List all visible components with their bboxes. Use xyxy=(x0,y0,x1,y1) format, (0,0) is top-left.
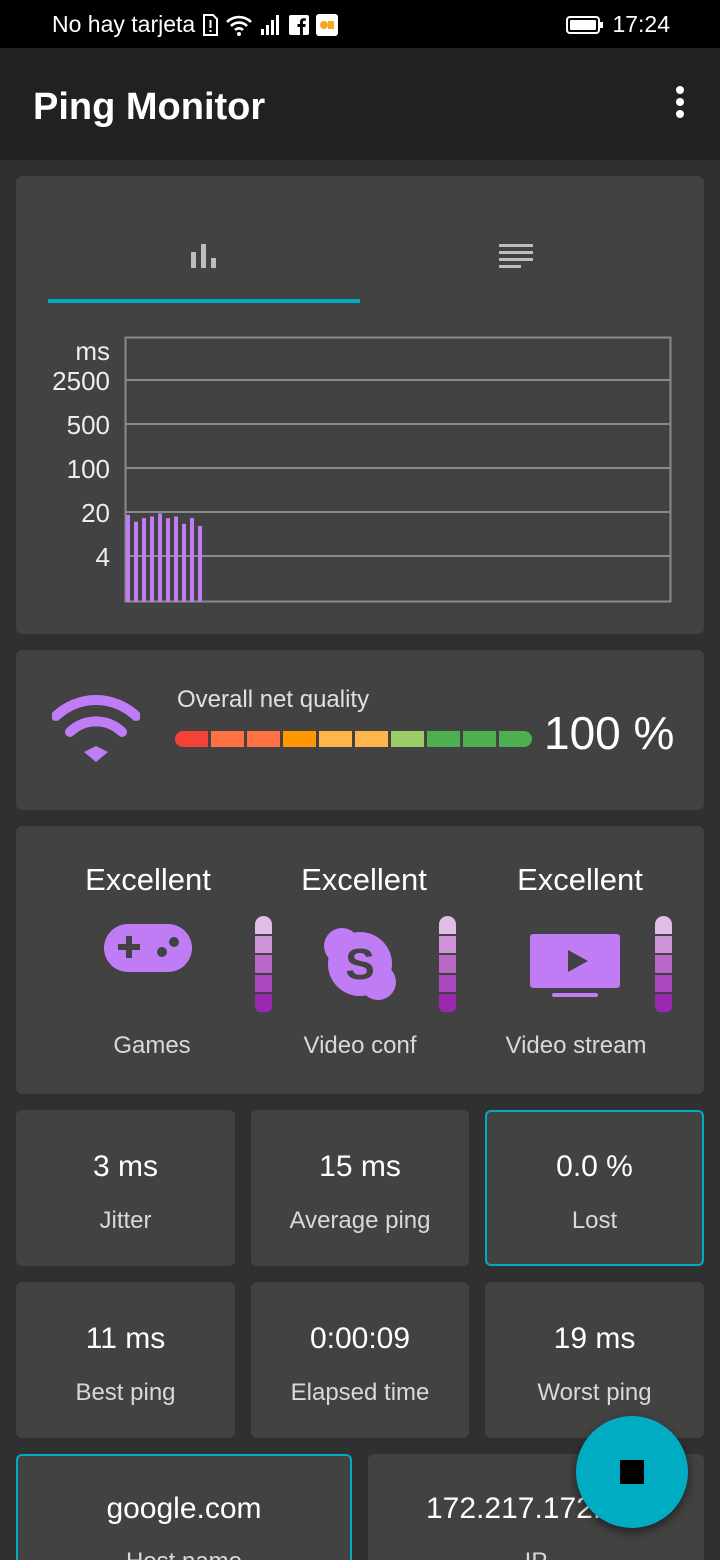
wifi-quality-icon xyxy=(52,695,140,762)
quality-segment xyxy=(283,731,316,747)
ping-bar xyxy=(142,518,146,602)
stat-label: Lost xyxy=(571,1207,618,1234)
app-title: Ping Monitor xyxy=(33,86,266,128)
skype-icon: S xyxy=(324,928,396,1000)
ping-bar xyxy=(134,521,138,602)
tab-chart[interactable] xyxy=(48,220,360,304)
net-quality-value: 100 % xyxy=(544,707,675,759)
quality-segment xyxy=(319,731,352,747)
video-conf-rating: Excellent xyxy=(301,862,427,897)
svg-text:S: S xyxy=(345,940,374,989)
quality-segment xyxy=(499,731,532,747)
ip-label: IP xyxy=(368,1548,704,1560)
stat-label: Average ping xyxy=(289,1207,431,1234)
quality-segment xyxy=(175,731,208,747)
gamepad-icon xyxy=(104,924,192,972)
stat-value: 15 ms xyxy=(319,1150,401,1183)
stat-label: Jitter xyxy=(99,1207,152,1234)
video-stream-quality-meter xyxy=(655,916,672,1014)
y-tick-label: 20 xyxy=(81,498,110,528)
stat-value: 19 ms xyxy=(553,1322,636,1355)
plot-area xyxy=(124,336,672,603)
host-tile[interactable]: google.com Host name xyxy=(16,1454,352,1560)
signal-icon xyxy=(261,14,280,35)
meter-segment xyxy=(655,935,672,954)
facebook-icon xyxy=(289,14,310,35)
y-tick-label: 100 xyxy=(66,454,110,484)
stat-label: Elapsed time xyxy=(290,1379,430,1406)
stat-worst-ping[interactable]: 19 ms Worst ping xyxy=(485,1282,704,1438)
stat-average-ping[interactable]: 15 ms Average ping xyxy=(251,1110,469,1266)
stat-best-ping[interactable]: 11 ms Best ping xyxy=(16,1282,235,1438)
ping-bar xyxy=(174,516,178,602)
meter-segment xyxy=(439,935,456,954)
wifi-icon xyxy=(226,15,253,36)
stat-value: 0:00:09 xyxy=(309,1322,411,1355)
stop-icon xyxy=(620,1460,644,1484)
stat-lost[interactable]: 0.0 % Lost xyxy=(485,1110,704,1266)
quality-segment xyxy=(247,731,280,747)
bar-chart-icon xyxy=(191,244,216,268)
quality-segment xyxy=(391,731,424,747)
quality-segment xyxy=(355,731,388,747)
sim-alert-icon xyxy=(203,13,219,36)
meter-segment xyxy=(439,916,456,934)
status-bar: No hay tarjeta 17:24 xyxy=(0,0,720,48)
ping-bar xyxy=(182,523,186,602)
y-tick-label: 500 xyxy=(66,410,110,440)
quality-segment xyxy=(427,731,460,747)
y-tick-label: 2500 xyxy=(52,366,110,396)
tab-indicator xyxy=(48,299,360,303)
video-stream-label: Video stream xyxy=(505,1032,647,1059)
quality-segment xyxy=(463,731,496,747)
games-rating: Excellent xyxy=(85,862,211,897)
meter-segment xyxy=(655,916,672,934)
meter-segment xyxy=(439,994,456,1012)
stat-elapsed-time[interactable]: 0:00:09 Elapsed time xyxy=(251,1282,469,1438)
stat-label: Best ping xyxy=(75,1379,176,1406)
meter-segment xyxy=(655,974,672,993)
ping-bar xyxy=(166,518,170,602)
tab-list[interactable] xyxy=(360,220,672,304)
meter-segment xyxy=(439,974,456,993)
stat-value: 11 ms xyxy=(85,1322,166,1355)
clock-text: 17:24 xyxy=(612,11,670,37)
ping-chart: ms 2500 500 100 20 4 xyxy=(40,336,680,608)
video-stream-rating: Excellent xyxy=(517,862,643,897)
quality-segment xyxy=(211,731,244,747)
ping-bar xyxy=(158,513,162,602)
y-axis-title: ms xyxy=(75,336,110,366)
app-notification-icon xyxy=(316,13,339,36)
more-vert-icon[interactable] xyxy=(670,86,690,122)
stat-value: 0.0 % xyxy=(556,1150,633,1183)
tv-play-icon xyxy=(530,934,620,997)
stat-value: 3 ms xyxy=(92,1150,158,1183)
ping-bar xyxy=(190,518,194,602)
stat-jitter[interactable]: 3 ms Jitter xyxy=(16,1110,235,1266)
app-bar: Ping Monitor xyxy=(0,48,720,160)
ping-bar xyxy=(198,525,202,602)
ping-bar xyxy=(126,514,130,602)
net-quality-bar xyxy=(175,731,532,747)
ping-bar xyxy=(150,516,154,602)
list-icon xyxy=(499,244,533,268)
meter-segment xyxy=(439,955,456,973)
y-tick-label: 4 xyxy=(95,542,110,572)
host-label: Host name xyxy=(18,1548,350,1560)
video-conf-quality-meter xyxy=(439,916,456,1014)
quality-video-stream: Excellent Video stream xyxy=(480,826,696,1094)
meter-segment xyxy=(655,994,672,1012)
battery-icon xyxy=(566,15,604,34)
host-value: google.com xyxy=(106,1492,262,1525)
carrier-text: No hay tarjeta xyxy=(52,11,196,37)
stat-label: Worst ping xyxy=(537,1379,652,1406)
meter-segment xyxy=(655,955,672,973)
stop-button[interactable] xyxy=(576,1416,688,1528)
net-quality-label: Overall net quality xyxy=(177,686,370,713)
